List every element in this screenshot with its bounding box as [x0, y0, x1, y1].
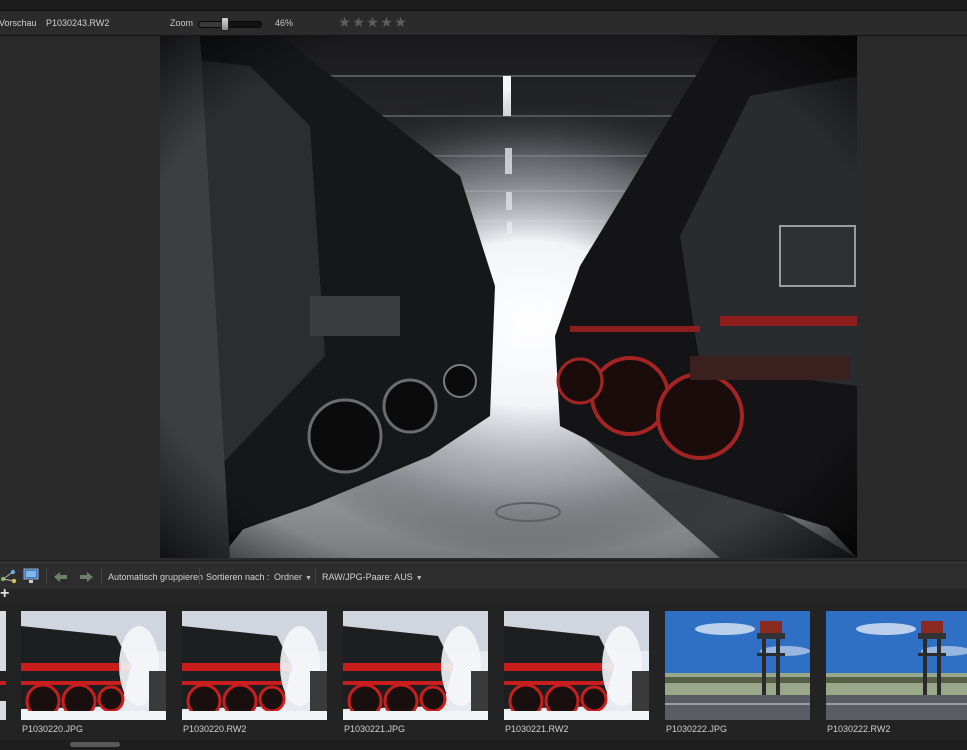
thumbnail-partial[interactable]: [0, 611, 6, 720]
star-icon[interactable]: ★: [380, 15, 393, 29]
thumbnail-label: P1030222.RW2: [827, 724, 891, 734]
toolbar-separator: [46, 568, 47, 584]
filmstrip: P1030220.JPG P1030220.RW2 P1030221.JPG P…: [0, 604, 967, 740]
slideshow-icon[interactable]: [23, 568, 41, 584]
toolbar-separator: [199, 568, 200, 584]
rotate-left-icon[interactable]: [52, 568, 70, 584]
raw-jpg-pairs-value: RAW/JPG-Paare: AUS: [322, 572, 413, 582]
thumbnail[interactable]: P1030222.JPG: [665, 611, 810, 734]
star-icon[interactable]: ★: [352, 15, 365, 29]
star-icon[interactable]: ★: [394, 15, 407, 29]
preview-title: Vorschau: [0, 18, 37, 28]
chevron-down-icon: ▼: [305, 575, 312, 582]
thumbnail-image: [504, 611, 649, 720]
rotate-right-icon[interactable]: [77, 568, 95, 584]
toolbar-separator: [101, 568, 102, 584]
toolbar-separator: [315, 568, 316, 584]
thumbnail-image: [182, 611, 327, 720]
add-icon[interactable]: +: [0, 586, 9, 602]
zoom-slider-thumb[interactable]: [221, 17, 229, 31]
thumbnail-label: P1030221.RW2: [505, 724, 569, 734]
share-icon[interactable]: [0, 568, 18, 584]
thumbnail-label: P1030220.JPG: [22, 724, 84, 734]
scrollbar-thumb[interactable]: [70, 742, 120, 747]
sort-label: Sortieren nach :: [206, 572, 270, 582]
thumbnail[interactable]: P1030220.JPG: [21, 611, 166, 734]
thumbnail-label: P1030220.RW2: [183, 724, 247, 734]
chevron-down-icon: ▼: [415, 575, 423, 582]
thumbnail-image: [343, 611, 488, 720]
zoom-value: 46%: [275, 18, 294, 28]
filmstrip-add-row: +: [0, 586, 967, 603]
thumbnail-label: P1030221.JPG: [344, 724, 406, 734]
preview-area: [0, 36, 967, 560]
auto-group-button[interactable]: Automatisch gruppieren: [108, 572, 203, 582]
zoom-slider[interactable]: [198, 21, 262, 28]
star-icon[interactable]: ★: [338, 15, 351, 29]
thumbnail-image: [826, 611, 967, 720]
thumbnail[interactable]: P1030221.RW2: [504, 611, 649, 734]
thumbnail-image: [665, 611, 810, 720]
thumbnail[interactable]: P1030222.RW2: [826, 611, 967, 734]
preview-filename: P1030243.RW2: [46, 18, 110, 28]
thumbnail-label: P1030222.JPG: [666, 724, 728, 734]
thumbnail-image: [21, 611, 166, 720]
sort-dropdown-value: Ordner: [274, 572, 303, 582]
sort-dropdown[interactable]: Ordner ▼: [274, 572, 312, 582]
preview-image: [160, 36, 857, 558]
filmstrip-scrollbar[interactable]: [0, 740, 967, 750]
zoom-label: Zoom: [170, 18, 194, 28]
thumbnail[interactable]: P1030221.JPG: [343, 611, 488, 734]
filmstrip-toolbar: Automatisch gruppieren Sortieren nach : …: [0, 562, 967, 590]
thumbnail[interactable]: P1030220.RW2: [182, 611, 327, 734]
preview-header: Vorschau P1030243.RW2 Zoom 46% ★ ★ ★ ★ ★: [0, 11, 967, 36]
raw-jpg-pairs-dropdown[interactable]: RAW/JPG-Paare: AUS ▼: [322, 572, 423, 582]
rating-stars[interactable]: ★ ★ ★ ★ ★: [338, 15, 407, 29]
star-icon[interactable]: ★: [366, 15, 379, 29]
top-strip: [0, 0, 967, 11]
